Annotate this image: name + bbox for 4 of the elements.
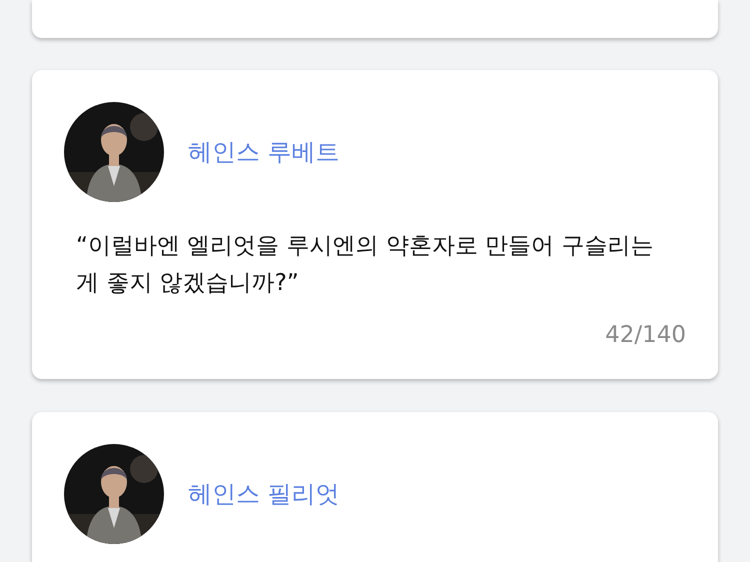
character-counter: 42/140 (605, 321, 686, 350)
profile-name: 헤인스 루베트 (188, 137, 340, 168)
profile-name: 헤인스 필리엇 (188, 478, 340, 510)
quote-text: “이럴바엔 엘리엇을 루시엔의 약혼자로 만들어 구슬리는 게 좋지 않겠습니까?” (76, 232, 654, 298)
